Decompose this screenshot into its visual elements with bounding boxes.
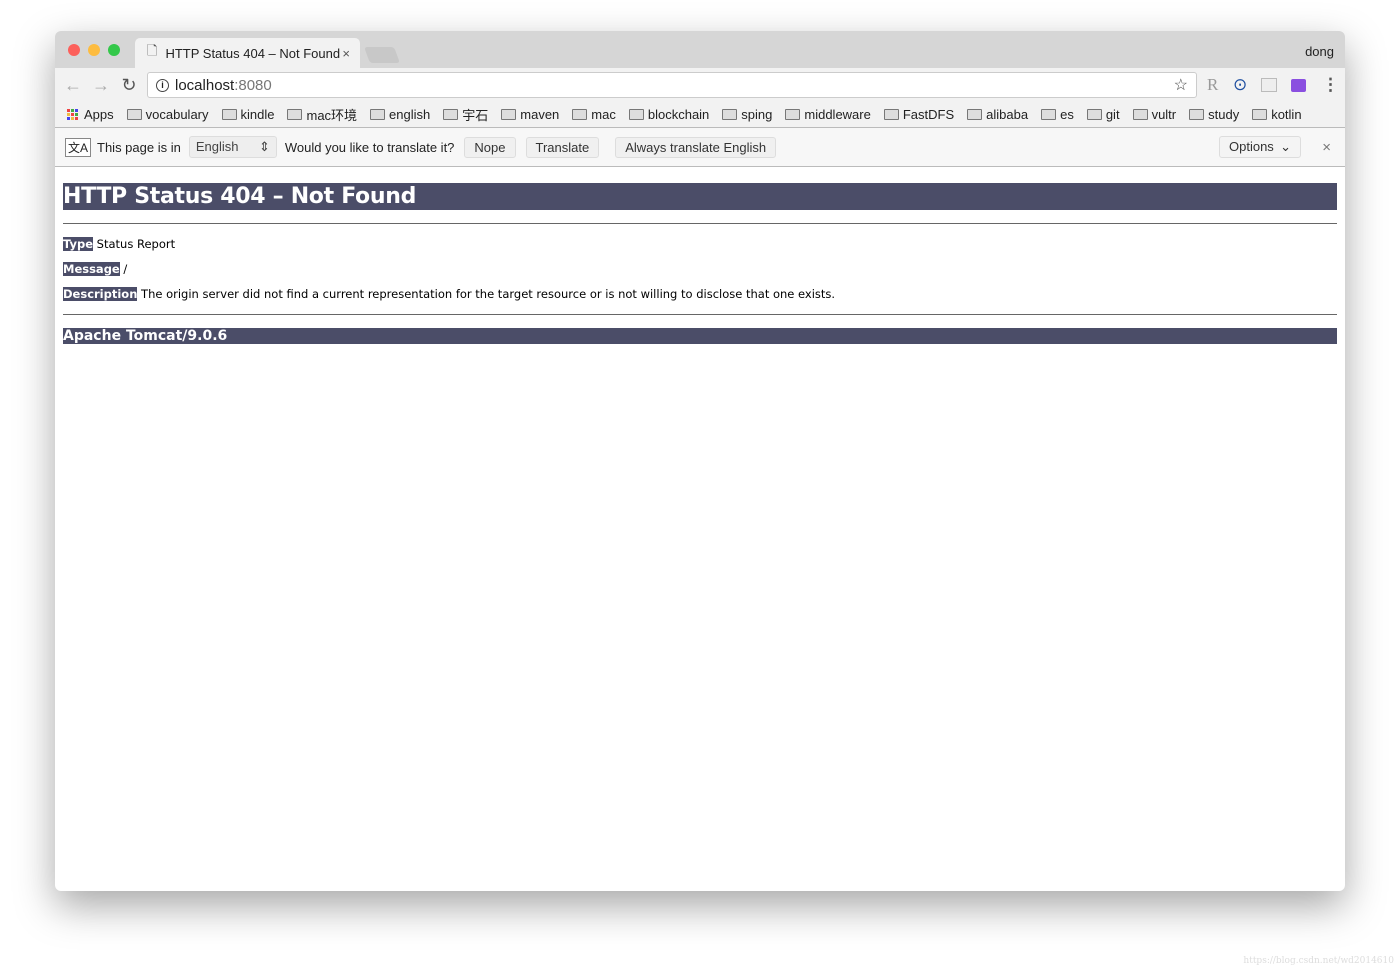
- bookmark-folder[interactable]: kotlin: [1252, 107, 1302, 122]
- tab-close-icon[interactable]: ×: [342, 46, 350, 61]
- bookmark-folder[interactable]: vocabulary: [126, 107, 209, 122]
- menu-icon[interactable]: ⋮: [1322, 75, 1339, 95]
- forward-icon[interactable]: →: [87, 75, 115, 96]
- bookmark-folder[interactable]: blockchain: [628, 107, 709, 122]
- folder-icon: [221, 109, 237, 120]
- bookmark-folder[interactable]: english: [370, 107, 430, 122]
- info-icon[interactable]: i: [156, 78, 169, 92]
- back-icon[interactable]: ←: [59, 75, 87, 96]
- close-window-button[interactable]: [68, 44, 80, 56]
- close-translate-icon[interactable]: ×: [1322, 139, 1331, 156]
- apps-icon: [67, 109, 78, 120]
- page-icon: 🗋: [147, 43, 158, 58]
- bookmark-folder[interactable]: mac: [572, 107, 616, 122]
- bookmark-folder[interactable]: mac环境: [287, 105, 357, 124]
- folder-icon: [628, 109, 644, 120]
- nope-button[interactable]: Nope: [464, 136, 516, 158]
- watermark: https://blog.csdn.net/wd2014610: [1243, 956, 1394, 966]
- url-port: :8080: [234, 76, 272, 94]
- tab-title: HTTP Status 404 – Not Found: [165, 45, 341, 61]
- bookmark-folder[interactable]: middleware: [785, 107, 871, 122]
- folder-icon: [1189, 109, 1205, 120]
- divider: [63, 223, 1337, 224]
- reader-extension-icon[interactable]: [1261, 78, 1277, 92]
- address-bar[interactable]: i localhost:8080 ☆: [147, 72, 1197, 98]
- folder-icon: [572, 109, 588, 120]
- play-extension-icon[interactable]: ⊙: [1233, 75, 1247, 95]
- language-select[interactable]: English ⇕: [188, 136, 277, 158]
- new-tab-button[interactable]: [364, 47, 400, 63]
- bookmark-folder[interactable]: maven: [501, 107, 559, 122]
- bookmark-folder[interactable]: vultr: [1132, 107, 1176, 122]
- folder-icon: [1041, 109, 1057, 120]
- folder-icon: [785, 109, 801, 120]
- translate-prefix: This page is in: [97, 139, 181, 155]
- r-extension-icon[interactable]: R: [1207, 75, 1218, 95]
- message-line: Message /: [63, 262, 128, 276]
- bookmark-star-icon[interactable]: ☆: [1174, 75, 1188, 95]
- server-footer: Apache Tomcat/9.0.6: [63, 328, 1337, 344]
- folder-icon: [443, 109, 459, 120]
- folder-icon: [287, 109, 303, 120]
- bookmark-folder[interactable]: study: [1189, 107, 1239, 122]
- type-line: Type Status Report: [63, 237, 176, 251]
- page-content: HTTP Status 404 – Not Found Type Status …: [55, 167, 1345, 360]
- folder-icon: [1086, 109, 1102, 120]
- folder-icon: [1132, 109, 1148, 120]
- translate-bar: 文A This page is in English ⇕ Would you li…: [55, 128, 1345, 167]
- folder-icon: [370, 109, 386, 120]
- folder-icon: [501, 109, 517, 120]
- puzzle-extension-icon[interactable]: [1291, 79, 1306, 92]
- options-dropdown[interactable]: Options ⌄: [1219, 136, 1301, 158]
- reload-icon[interactable]: ↻: [115, 75, 143, 96]
- bookmark-apps[interactable]: Apps: [67, 107, 114, 122]
- browser-window: 🗋 HTTP Status 404 – Not Found × dong ← →…: [55, 31, 1345, 891]
- url-host: localhost: [175, 76, 235, 94]
- always-translate-button[interactable]: Always translate English: [615, 136, 777, 158]
- profile-name[interactable]: dong: [1305, 44, 1334, 59]
- folder-icon: [967, 109, 983, 120]
- bookmark-folder[interactable]: sping: [722, 107, 772, 122]
- folder-icon: [126, 109, 142, 120]
- translate-button[interactable]: Translate: [525, 136, 600, 158]
- folder-icon: [1252, 109, 1268, 120]
- updown-icon: ⇕: [258, 139, 270, 154]
- translate-icon: 文A: [65, 137, 92, 157]
- toolbar: ← → ↻ i localhost:8080 ☆ R ⊙ ⋮: [55, 68, 1345, 102]
- translate-question: Would you like to translate it?: [284, 139, 455, 155]
- tab-active[interactable]: 🗋 HTTP Status 404 – Not Found ×: [135, 38, 360, 68]
- bookmark-folder[interactable]: alibaba: [967, 107, 1028, 122]
- bookmark-folder[interactable]: kindle: [221, 107, 274, 122]
- folder-icon: [722, 109, 738, 120]
- description-line: Description The origin server did not fi…: [63, 287, 836, 301]
- divider: [63, 314, 1337, 315]
- minimize-window-button[interactable]: [88, 44, 100, 56]
- bookmark-folder[interactable]: 宇石: [443, 105, 488, 124]
- bookmarks-bar: Apps vocabulary kindle mac环境 english 宇石 maven…: [55, 102, 1345, 128]
- bookmark-folder[interactable]: git: [1086, 107, 1120, 122]
- bookmark-folder[interactable]: es: [1041, 107, 1074, 122]
- page-title: HTTP Status 404 – Not Found: [63, 183, 1337, 210]
- maximize-window-button[interactable]: [108, 44, 120, 56]
- bookmark-folder[interactable]: FastDFS: [883, 107, 954, 122]
- folder-icon: [883, 109, 899, 120]
- tab-bar: 🗋 HTTP Status 404 – Not Found × dong: [55, 31, 1345, 68]
- chevron-down-icon: ⌄: [1280, 139, 1291, 154]
